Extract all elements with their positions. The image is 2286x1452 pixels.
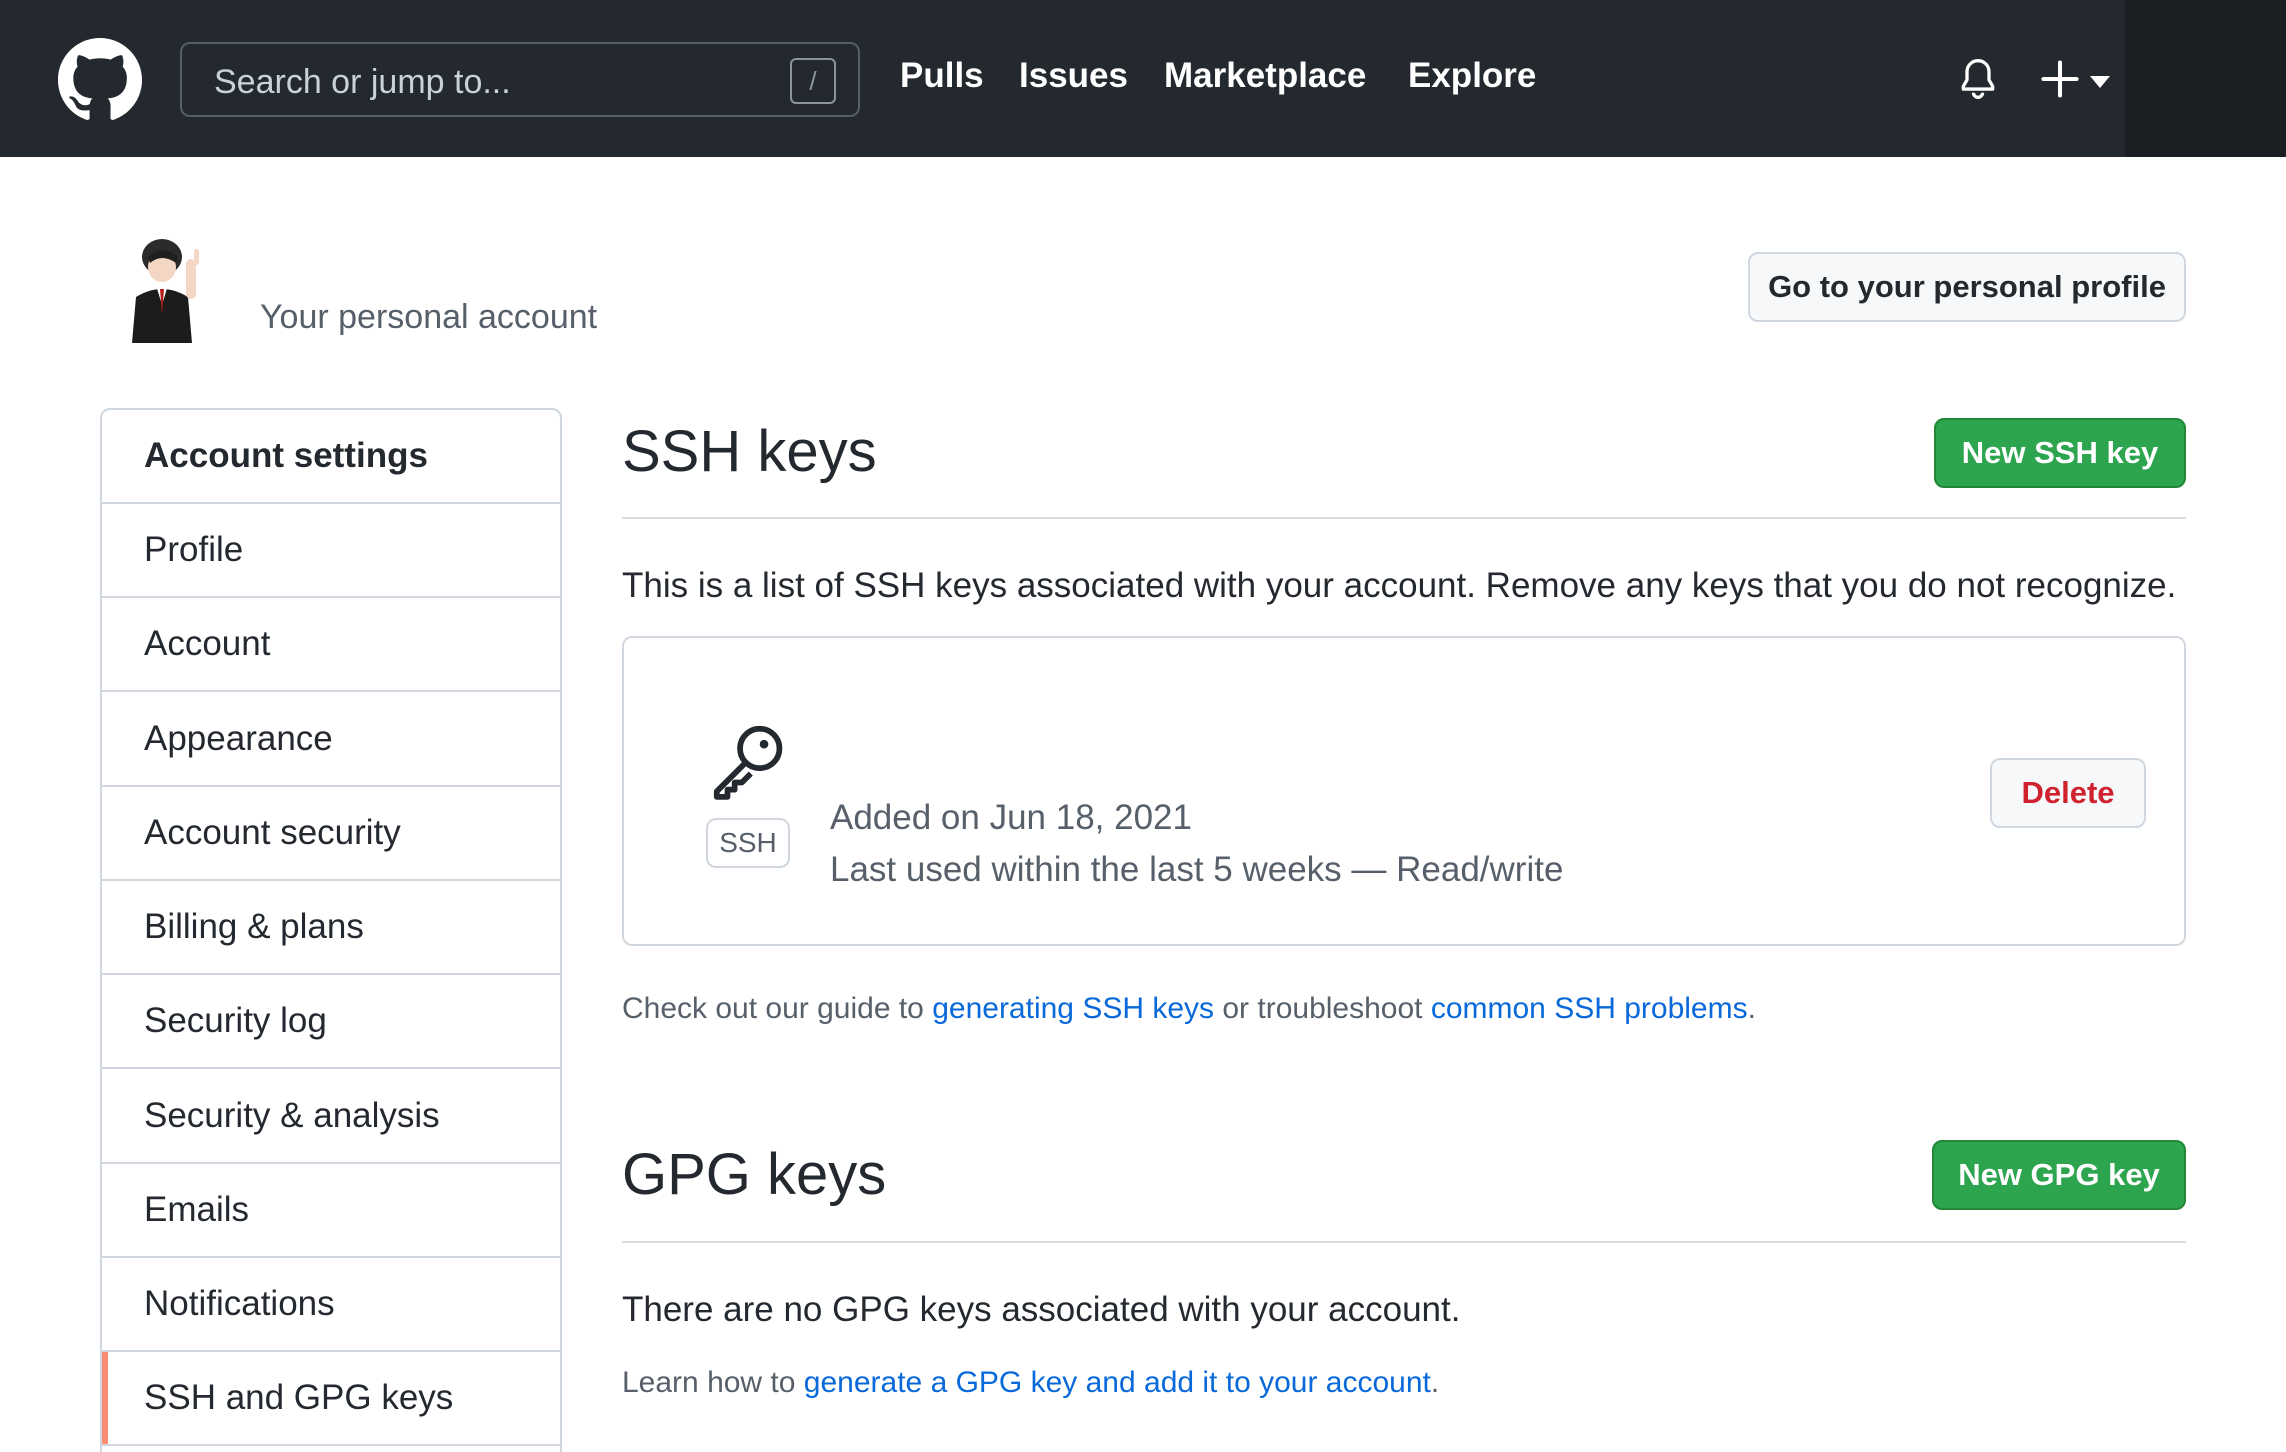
nav-explore-link[interactable]: Explore — [1408, 56, 1536, 96]
key-icon — [713, 725, 783, 800]
sidebar-item-label: Appearance — [144, 719, 333, 758]
sidebar-title: Account settings — [144, 436, 428, 475]
top-navbar: Search or jump to... / Pulls Issues Mark… — [0, 0, 2286, 157]
gpg-learn-text: Learn how to generate a GPG key and add … — [622, 1366, 1439, 1400]
sidebar-item-ssh-gpg-keys[interactable]: SSH and GPG keys — [102, 1352, 560, 1446]
gpg-section-divider — [622, 1241, 2186, 1243]
sidebar-item-account-security[interactable]: Account security — [102, 787, 560, 881]
new-ssh-key-button[interactable]: New SSH key — [1934, 418, 2186, 488]
personal-account-label: Your personal account — [260, 298, 598, 336]
avatar[interactable] — [120, 235, 220, 345]
ssh-key-card: SSH Added on Jun 18, 2021 Last used with… — [622, 636, 2186, 946]
nav-pulls-link[interactable]: Pulls — [900, 56, 984, 96]
sidebar-item-billing[interactable]: Billing & plans — [102, 881, 560, 975]
sidebar-item-label: Notifications — [144, 1284, 335, 1323]
sidebar-item-label: SSH and GPG keys — [144, 1378, 454, 1417]
gpg-empty-text: There are no GPG keys associated with yo… — [622, 1290, 1461, 1329]
go-to-profile-button[interactable]: Go to your personal profile — [1748, 252, 2186, 322]
sidebar-item-label: Account security — [144, 813, 401, 852]
sidebar-item-profile[interactable]: Profile — [102, 504, 560, 598]
new-gpg-key-button[interactable]: New GPG key — [1932, 1140, 2186, 1210]
generating-ssh-keys-link[interactable]: generating SSH keys — [932, 992, 1214, 1025]
ssh-keys-heading: SSH keys — [622, 419, 877, 484]
sidebar-item-label: Profile — [144, 530, 244, 569]
sidebar-header: Account settings — [102, 410, 560, 504]
search-input[interactable]: Search or jump to... / — [180, 42, 860, 117]
learn-suffix: . — [1430, 1366, 1440, 1399]
sidebar-item-emails[interactable]: Emails — [102, 1164, 560, 1258]
common-ssh-problems-link[interactable]: common SSH problems — [1431, 992, 1748, 1025]
sidebar-item-label: Security log — [144, 1001, 327, 1040]
caret-down-icon[interactable] — [2090, 76, 2110, 88]
sidebar-item-label: Account — [144, 624, 271, 663]
bell-icon[interactable] — [1956, 56, 2000, 102]
learn-prefix: Learn how to — [622, 1366, 804, 1399]
key-added-date: Added on Jun 18, 2021 — [830, 798, 1192, 837]
search-placeholder: Search or jump to... — [214, 63, 511, 101]
plus-icon[interactable] — [2038, 57, 2082, 101]
sidebar-item-label: Security & analysis — [144, 1096, 440, 1135]
sidebar-item-label: Emails — [144, 1190, 250, 1229]
nav-issues-link[interactable]: Issues — [1019, 56, 1128, 96]
github-logo-icon[interactable] — [58, 38, 142, 122]
guide-suffix: . — [1747, 992, 1756, 1025]
guide-middle: or troubleshoot — [1214, 992, 1431, 1025]
sidebar-item-appearance[interactable]: Appearance — [102, 693, 560, 787]
ssh-type-badge: SSH — [706, 818, 790, 868]
search-shortcut-key: / — [790, 58, 836, 104]
key-last-used: Last used within the last 5 weeks — Read… — [830, 850, 1564, 889]
ssh-description: This is a list of SSH keys associated wi… — [622, 566, 2177, 605]
guide-prefix: Check out our guide to — [622, 992, 933, 1025]
delete-key-button[interactable]: Delete — [1990, 758, 2146, 828]
sidebar-item-account[interactable]: Account — [102, 598, 560, 692]
nav-marketplace-link[interactable]: Marketplace — [1164, 56, 1366, 96]
ssh-section-divider — [622, 517, 2186, 519]
sidebar-item-security-log[interactable]: Security log — [102, 975, 560, 1069]
sidebar-item-notifications[interactable]: Notifications — [102, 1258, 560, 1352]
ssh-guide-text: Check out our guide to generating SSH ke… — [622, 992, 1756, 1026]
sidebar-item-label: Billing & plans — [144, 907, 364, 946]
settings-sidebar: Account settings Profile Account Appeara… — [100, 408, 562, 1452]
navbar-edge — [2125, 0, 2286, 157]
sidebar-item-security-analysis[interactable]: Security & analysis — [102, 1070, 560, 1164]
generate-gpg-key-link[interactable]: generate a GPG key and add it to your ac… — [804, 1366, 1431, 1399]
gpg-keys-heading: GPG keys — [622, 1142, 887, 1207]
